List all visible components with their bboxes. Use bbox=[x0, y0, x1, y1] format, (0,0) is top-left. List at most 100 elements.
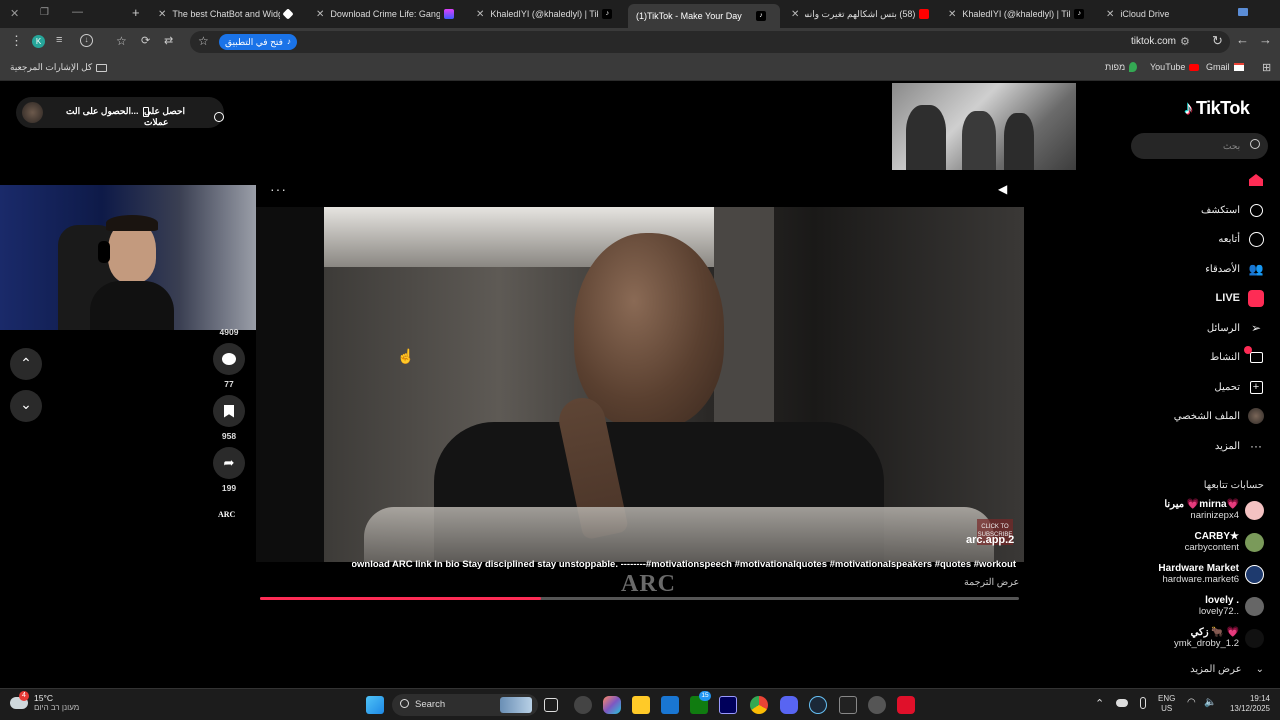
tab-icloud[interactable]: ✕ iCloud Drive bbox=[1100, 4, 1230, 24]
premiere-icon[interactable] bbox=[719, 696, 737, 714]
search-icon[interactable] bbox=[1250, 139, 1260, 149]
terminal-icon[interactable] bbox=[839, 696, 857, 714]
task-view-icon[interactable] bbox=[544, 698, 558, 712]
opera-icon[interactable] bbox=[897, 696, 915, 714]
tiktok-logo[interactable]: ♪ TikTok bbox=[1184, 98, 1250, 119]
new-tab-icon[interactable]: + bbox=[132, 5, 140, 20]
store-icon[interactable] bbox=[661, 696, 679, 714]
next-video-button[interactable]: ⌄ bbox=[10, 390, 42, 422]
close-tab-icon[interactable]: ✕ bbox=[948, 9, 956, 20]
previous-video-button[interactable]: ⌃ bbox=[10, 348, 42, 380]
bookmark-star-icon[interactable]: ☆ bbox=[198, 34, 209, 48]
avatar bbox=[1245, 564, 1264, 584]
tab-search-icon[interactable] bbox=[1238, 8, 1248, 16]
nav-messages[interactable]: الرسائل ➢ bbox=[1207, 320, 1264, 336]
streamer-body bbox=[90, 281, 174, 330]
weather-widget[interactable]: 4 15°C מעונן רב היום bbox=[10, 690, 79, 712]
video-author[interactable]: arc.app.2 bbox=[966, 534, 1014, 546]
close-tab-icon[interactable]: ✕ bbox=[476, 9, 484, 20]
wifi-icon[interactable]: ◠ bbox=[1187, 697, 1196, 708]
following-account[interactable]: ميرنا 💗mirna💗 narinizepx4 bbox=[1164, 499, 1264, 521]
apps-grid-icon[interactable]: ⊞ bbox=[1262, 61, 1271, 74]
more-options-icon[interactable]: ··· bbox=[270, 181, 287, 197]
tab-khaled-tiktok-2[interactable]: ✕ KhaledIYI (@khaledlyl) | TikTok ♪ bbox=[942, 4, 1092, 24]
share-button[interactable]: ➦ bbox=[213, 447, 245, 479]
all-bookmarks-link[interactable]: كل الإشارات المرجعية bbox=[10, 62, 108, 73]
nav-more[interactable]: المزيد ··· bbox=[1215, 438, 1264, 454]
tab-tiktok-active[interactable]: (1)TikTok - Make Your Day ♪ bbox=[628, 4, 780, 28]
microphone-icon[interactable] bbox=[1140, 697, 1146, 709]
download-icon[interactable]: ↓ bbox=[80, 34, 93, 47]
volume-icon[interactable]: 🔈 bbox=[1204, 697, 1216, 708]
menu-icon[interactable]: ⋮ bbox=[10, 33, 23, 49]
search-icon bbox=[400, 699, 409, 708]
video-progress-track[interactable] bbox=[260, 597, 1019, 600]
app-circle-icon[interactable] bbox=[574, 696, 592, 714]
music-disc[interactable]: ARC bbox=[218, 510, 235, 519]
taskbar-search[interactable]: Search bbox=[392, 694, 538, 716]
tray-chevron-icon[interactable]: ⌃ bbox=[1095, 697, 1104, 710]
minimize-window-icon[interactable]: — bbox=[72, 6, 83, 18]
copilot-icon[interactable] bbox=[603, 696, 621, 714]
windows-start-icon[interactable] bbox=[366, 696, 384, 714]
nav-profile[interactable]: الملف الشخصي bbox=[1174, 408, 1264, 424]
close-tab-icon[interactable]: ✕ bbox=[158, 9, 166, 20]
mini-player-thumbnail[interactable] bbox=[892, 83, 1076, 170]
following-account[interactable]: lovely . lovely72.. bbox=[1199, 595, 1264, 617]
youtube-bookmark[interactable]: YouTube bbox=[1150, 62, 1200, 72]
nav-upload[interactable]: تحميل + bbox=[1214, 379, 1264, 395]
streamer-hair bbox=[106, 215, 158, 231]
following-account[interactable]: زكي 🐂 💗 ymk_droby_1.2 bbox=[1174, 627, 1264, 649]
comment-button[interactable] bbox=[213, 343, 245, 375]
nav-friends[interactable]: الأصدقاء 👥 bbox=[1205, 261, 1264, 277]
file-explorer-icon[interactable] bbox=[632, 696, 650, 714]
nav-explore[interactable]: استكشف bbox=[1201, 202, 1264, 218]
get-app-button[interactable]: الحصول على الت... bbox=[66, 106, 149, 117]
nav-home[interactable] bbox=[1240, 172, 1264, 188]
url-text[interactable]: tiktok.com bbox=[1131, 36, 1176, 47]
nav-activity[interactable]: النشاط bbox=[1210, 346, 1264, 365]
steam-icon[interactable] bbox=[809, 696, 827, 714]
gmail-bookmark[interactable]: Gmail bbox=[1206, 62, 1244, 72]
extensions-icon[interactable]: ☆ bbox=[116, 34, 127, 48]
omnibox[interactable]: ☆ فتح في التطبيق ♪ tiktok.com ⚙ bbox=[190, 31, 1230, 53]
following-account[interactable]: CARBY★ carbycontent bbox=[1185, 531, 1264, 553]
close-tab-icon[interactable]: ✕ bbox=[791, 9, 799, 20]
save-button[interactable] bbox=[213, 395, 245, 427]
discord-icon[interactable] bbox=[780, 696, 798, 714]
user-avatar[interactable] bbox=[22, 102, 43, 123]
open-in-app-button[interactable]: فتح في التطبيق ♪ bbox=[219, 34, 297, 50]
following-account[interactable]: Hardware Market hardware.market6 bbox=[1158, 563, 1264, 585]
close-tab-icon[interactable]: ✕ bbox=[316, 9, 324, 20]
back-icon[interactable]: ← bbox=[1236, 32, 1249, 47]
translate-link[interactable]: عرض الترجمة bbox=[964, 577, 1019, 588]
profile-avatar[interactable]: K bbox=[32, 35, 45, 48]
chrome-icon[interactable] bbox=[750, 696, 768, 714]
nav-live[interactable]: LIVE bbox=[1216, 289, 1264, 307]
maps-bookmark[interactable]: מפות bbox=[1105, 62, 1138, 72]
settings-icon[interactable] bbox=[868, 696, 886, 714]
tab-khaled-tiktok[interactable]: ✕ KhaledIYI (@khaledlyl) | TikTok ♪ bbox=[470, 4, 620, 24]
sync-icon[interactable]: ⟳ bbox=[141, 34, 150, 47]
close-tab-icon[interactable]: ✕ bbox=[1106, 9, 1114, 20]
clock[interactable]: 19:14 13/12/2025 bbox=[1226, 694, 1270, 714]
forward-icon[interactable]: → bbox=[1259, 32, 1272, 47]
volume-icon[interactable]: ◀ bbox=[998, 182, 1007, 196]
search-box[interactable]: بحث bbox=[1131, 133, 1268, 159]
reload-icon[interactable]: ↻ bbox=[1212, 33, 1223, 49]
restore-window-icon[interactable]: ❐ bbox=[40, 7, 49, 18]
onedrive-icon[interactable] bbox=[1116, 699, 1128, 707]
language-indicator[interactable]: ENG US bbox=[1158, 694, 1175, 714]
nav-following[interactable]: أتابعه bbox=[1218, 231, 1264, 247]
tab-chatbot[interactable]: ✕ The best ChatBot and Widgets bbox=[152, 4, 302, 24]
see-more-link[interactable]: عرض المزيد ⌄ bbox=[1190, 664, 1264, 675]
tab-crime-life[interactable]: ✕ Download Crime Life: Gang Wa bbox=[310, 4, 460, 24]
site-settings-icon[interactable]: ⚙ bbox=[1180, 35, 1190, 48]
get-coins-button[interactable]: احصل على عملات bbox=[144, 106, 224, 128]
video-player[interactable]: CLICK TO SUBSCRIBE bbox=[324, 207, 1024, 562]
translate-icon[interactable]: ⇄ bbox=[164, 34, 173, 47]
media-controls-icon[interactable]: ≡ bbox=[56, 34, 62, 46]
close-window-icon[interactable]: ✕ bbox=[10, 7, 19, 20]
xbox-icon[interactable]: 15 bbox=[690, 691, 711, 714]
tab-youtube[interactable]: ✕ (58) بتس اشكالهم تغيرت وانسحب bbox=[785, 4, 935, 24]
